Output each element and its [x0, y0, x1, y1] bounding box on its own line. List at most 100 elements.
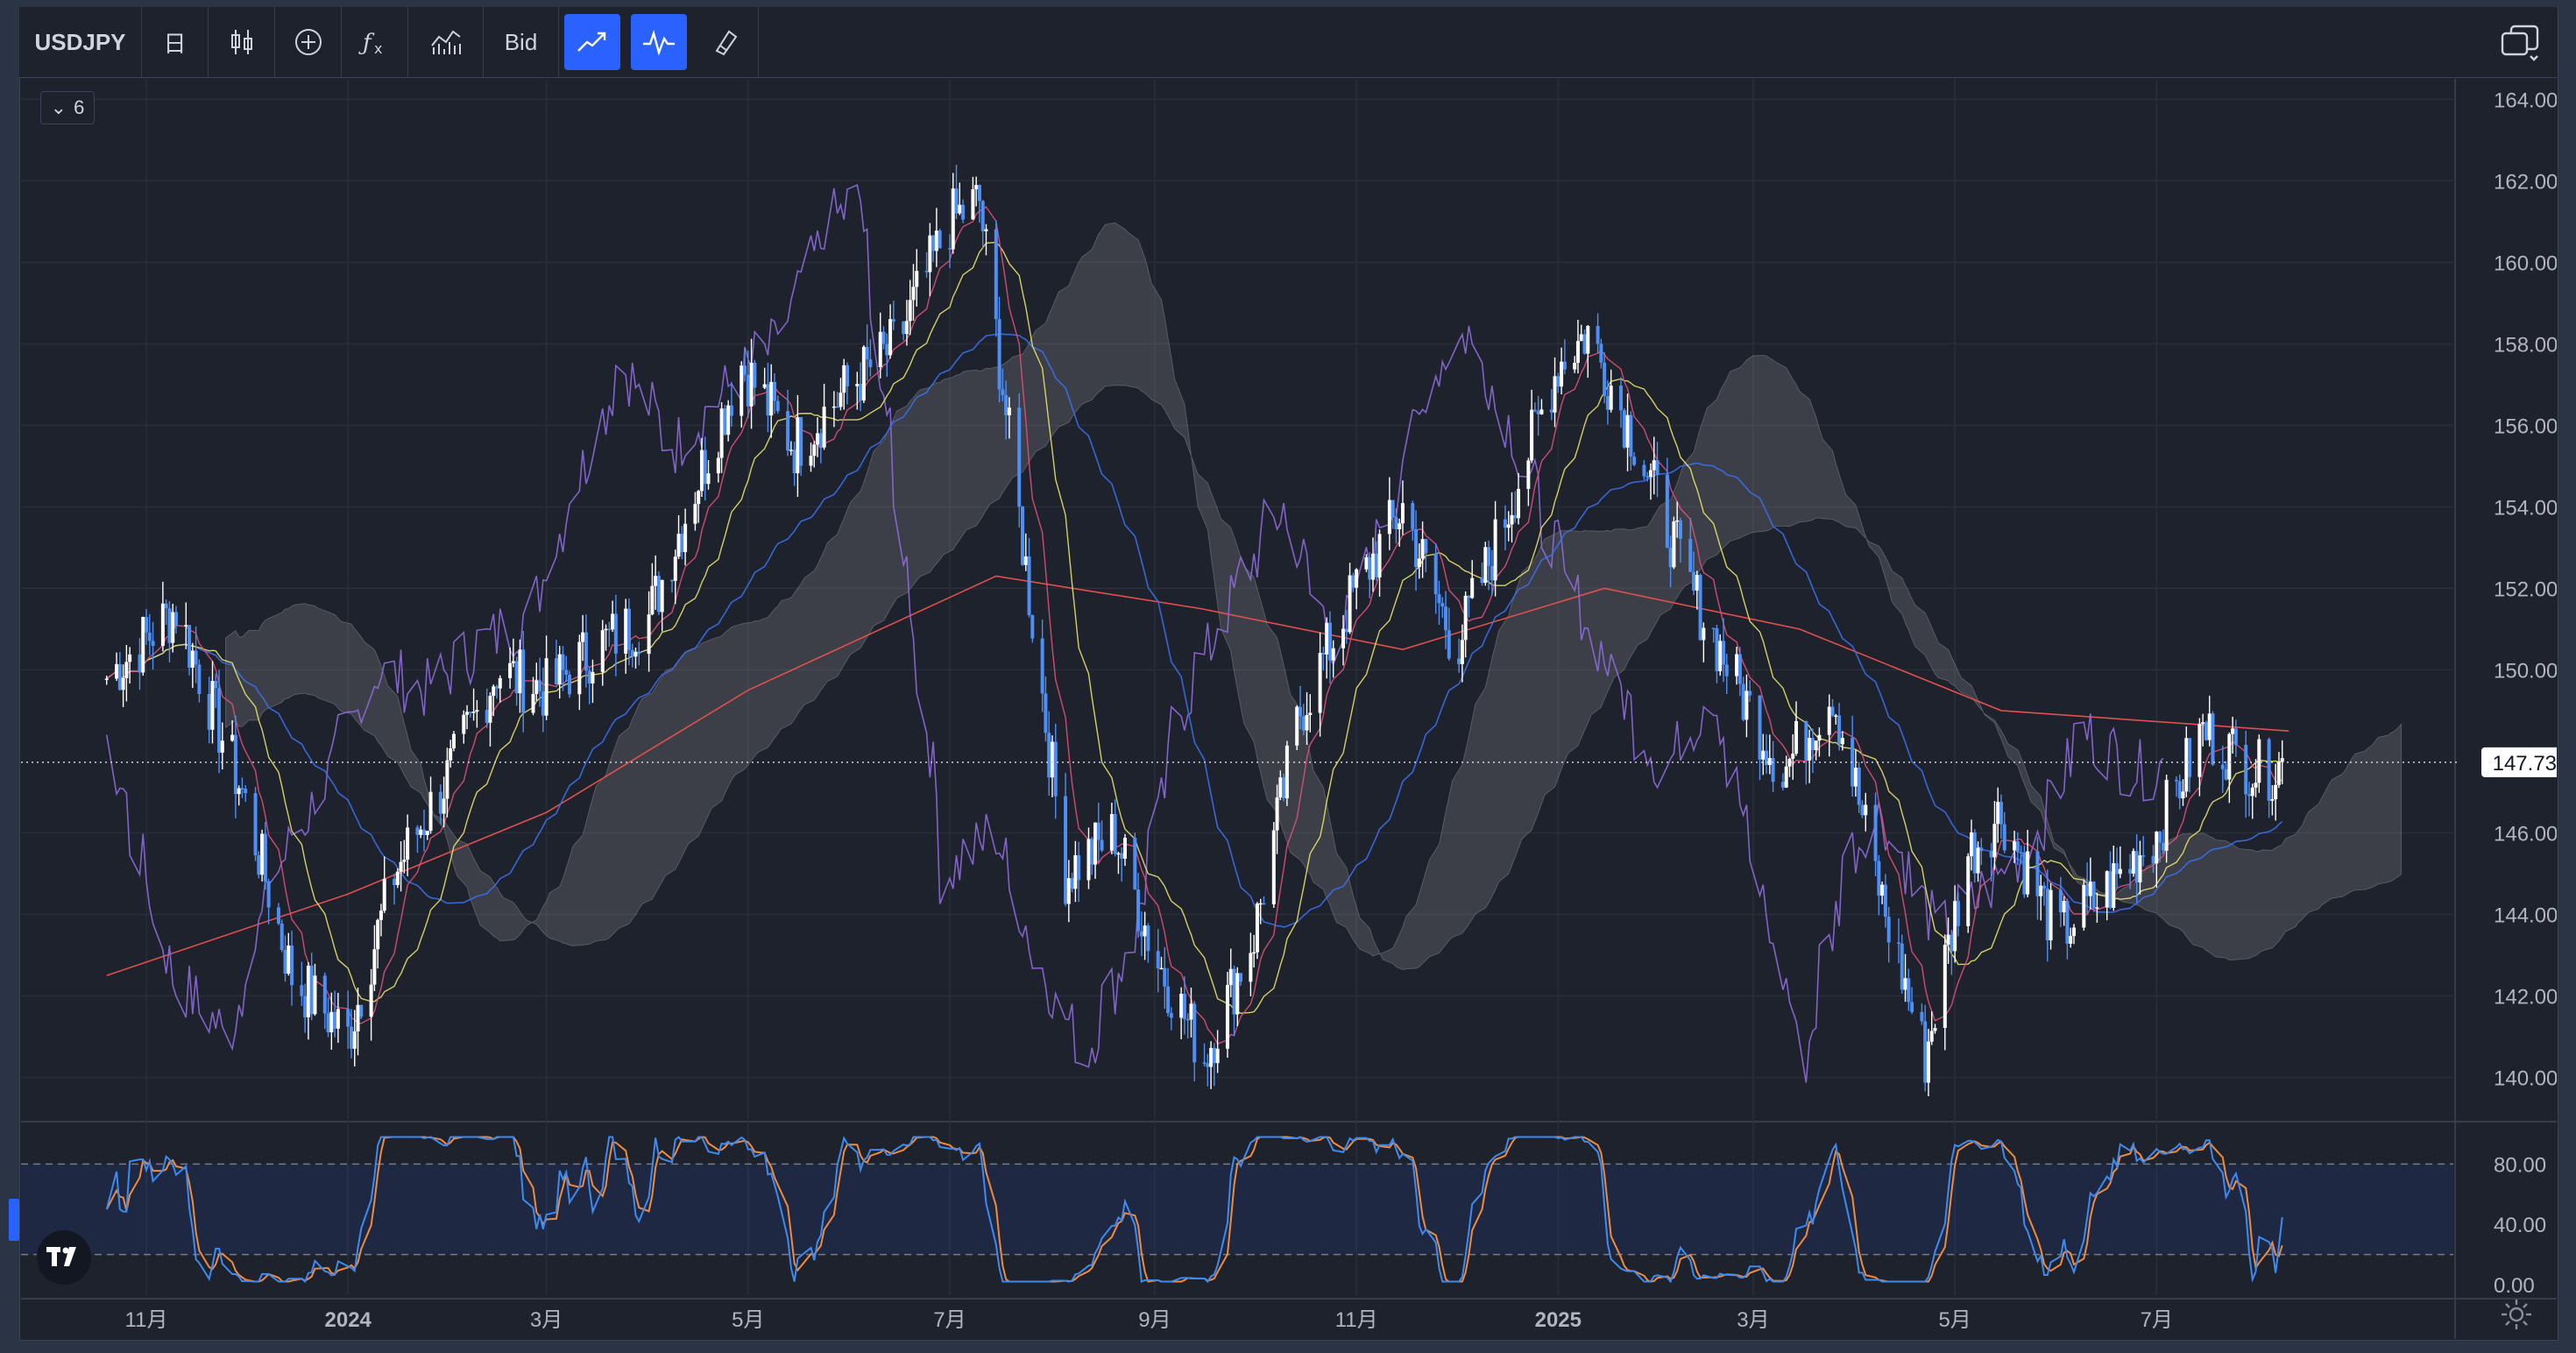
candle-body: [888, 319, 893, 356]
candle-body: [1972, 832, 1977, 874]
candle-body: [167, 608, 172, 643]
candle-body: [1996, 802, 2000, 825]
candle-body: [1460, 640, 1464, 664]
candle-body: [1275, 797, 1279, 831]
candle-body: [762, 384, 767, 388]
candle-body: [1066, 878, 1071, 904]
candle-body: [1490, 565, 1494, 581]
candle-body: [237, 788, 241, 795]
candle-body: [329, 1011, 334, 1033]
candle-body: [1116, 853, 1121, 855]
candle-body: [1715, 628, 1719, 671]
candle-body: [1999, 802, 2003, 825]
candle-body: [1420, 539, 1425, 559]
indicators-button[interactable]: ƒx: [342, 7, 408, 77]
line-tool-button[interactable]: [564, 14, 620, 70]
candle-body: [230, 734, 235, 741]
candle-body: [1447, 630, 1451, 659]
candle-body: [1748, 691, 1752, 696]
candle-body: [577, 641, 582, 695]
candle-body: [1896, 942, 1900, 945]
candle-body: [240, 788, 244, 790]
candle-body: [141, 617, 145, 673]
candle-body: [1517, 488, 1521, 519]
candle-body: [878, 331, 882, 367]
candle-body: [2274, 784, 2278, 800]
candle-body: [438, 791, 442, 814]
compare-icon: [430, 30, 461, 54]
candle-body: [1169, 1013, 1173, 1018]
candle-body: [164, 603, 168, 609]
candle-body: [1364, 556, 1369, 570]
candle-body: [726, 405, 731, 436]
tradingview-logo[interactable]: [37, 1230, 91, 1285]
candle-body: [769, 381, 774, 416]
templates-button[interactable]: [408, 7, 484, 77]
layout-button[interactable]: [2492, 14, 2548, 70]
settings-gear-button[interactable]: [2499, 1297, 2534, 1332]
candle-body: [1163, 967, 1167, 987]
candle-body: [369, 984, 373, 1017]
candle-body: [561, 654, 565, 670]
candle-body: [1956, 901, 1960, 926]
candle-body: [495, 686, 499, 689]
candle-body: [1341, 628, 1346, 648]
candle-body: [676, 534, 681, 557]
candle-body: [2026, 851, 2030, 895]
brush-tool-button[interactable]: [692, 7, 759, 77]
candle-body: [1692, 571, 1696, 591]
candle-body: [740, 365, 744, 416]
candle-body: [846, 365, 850, 386]
candle-body: [326, 1013, 330, 1033]
interval-button[interactable]: 日: [142, 7, 209, 77]
wave-tool-button[interactable]: [631, 14, 687, 70]
compare-symbol-button[interactable]: [275, 7, 342, 77]
candle-body: [729, 405, 733, 416]
pane-resize-handle[interactable]: [9, 1199, 19, 1241]
chart-type-button[interactable]: [209, 7, 275, 77]
candle-body: [2158, 831, 2162, 843]
candle-body: [1073, 854, 1078, 889]
candle-body: [1271, 830, 1276, 904]
candle-body: [683, 523, 688, 553]
symbol-search-button[interactable]: USDJPY: [19, 7, 142, 77]
candle-body: [835, 406, 839, 408]
candle-body: [1467, 595, 1471, 599]
price-chart[interactable]: 164.000 162.000 160.000 158.000 156.000 154.0…: [21, 79, 2576, 1339]
candle-body: [188, 625, 192, 668]
candle-body: [1331, 648, 1335, 661]
candle-body: [1864, 804, 1868, 816]
candle-body: [1487, 547, 1491, 566]
candle-body: [1133, 837, 1137, 890]
candle-body: [885, 344, 889, 356]
candle-body: [485, 710, 489, 723]
candle-body: [1808, 738, 1812, 761]
candle-body: [1933, 1028, 1937, 1031]
candle-body: [1394, 517, 1398, 530]
candle-body: [1182, 993, 1186, 1019]
candle-body: [1513, 514, 1518, 519]
candle-body: [415, 827, 420, 835]
candle-body: [1711, 627, 1716, 630]
candle-body: [997, 319, 1001, 390]
candle-body: [971, 189, 975, 220]
chart-area[interactable]: 164.000 162.000 160.000 158.000 156.000 154.0…: [21, 79, 2576, 1339]
candle-body: [508, 662, 513, 678]
candle-body: [591, 671, 595, 684]
candle-body: [1721, 641, 1725, 665]
candle-body: [1950, 934, 1954, 952]
candle-body: [534, 680, 539, 694]
price-type-button[interactable]: Bid: [484, 7, 559, 77]
candle-body: [934, 230, 938, 251]
candle-body: [421, 829, 426, 835]
candle-body: [796, 417, 800, 474]
candle-body: [1976, 847, 1980, 874]
time-tick-label: 7月: [933, 1308, 966, 1332]
candle-body: [654, 576, 658, 586]
candle-body: [855, 384, 860, 386]
candle-body: [716, 457, 720, 474]
candle-body: [1737, 654, 1742, 684]
candle-body: [1970, 832, 1974, 857]
indicator-legend-toggle[interactable]: ⌄ 6: [40, 91, 95, 124]
multiple-windows-icon: [2501, 25, 2539, 61]
